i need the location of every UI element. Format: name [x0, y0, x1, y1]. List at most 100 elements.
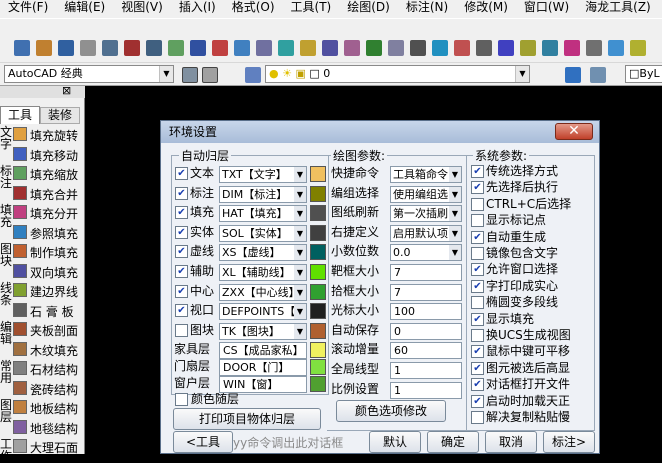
close-icon[interactable]: ⊠: [62, 84, 71, 97]
palette-item[interactable]: 瓷砖结构: [0, 378, 85, 398]
sys-option-checkbox[interactable]: ✔: [471, 263, 484, 277]
toolbar-tool-icon[interactable]: [80, 40, 96, 56]
close-button[interactable]: ✕: [555, 123, 593, 140]
layer-color-swatch[interactable]: [310, 303, 326, 320]
toolbar-tool-icon[interactable]: [344, 40, 360, 56]
menu-item[interactable]: 窗口(W): [516, 1, 577, 13]
layer-checkbox[interactable]: ✔: [175, 186, 188, 200]
palette-item[interactable]: 常用 石材结构: [0, 358, 85, 384]
workspace-icon[interactable]: [202, 67, 218, 83]
sys-option-checkbox[interactable]: [471, 329, 484, 342]
layer-dropdown[interactable]: ZXX【中心线】 ▼: [219, 283, 307, 301]
toolbar-tool-icon[interactable]: [146, 40, 162, 56]
layer-checkbox[interactable]: ✔: [175, 304, 188, 318]
layer-color-swatch[interactable]: [310, 205, 326, 222]
color-select[interactable]: □ByL: [625, 65, 662, 83]
param-input[interactable]: 0: [390, 322, 462, 340]
palette-item[interactable]: 编辑 夹板剖面: [0, 319, 85, 345]
layer-checkbox[interactable]: ✔: [175, 225, 188, 239]
toolbar-tool-icon[interactable]: [410, 40, 426, 56]
param-input[interactable]: 1: [390, 381, 462, 399]
workspace-select[interactable]: AutoCAD 经典 ▼: [4, 65, 174, 83]
toolbar-tool-icon[interactable]: [608, 40, 624, 56]
menu-item[interactable]: 编辑(E): [56, 1, 113, 13]
menu-item[interactable]: 插入(I): [171, 1, 224, 13]
toolbar-tool-icon[interactable]: [630, 40, 646, 56]
param-input[interactable]: 7: [390, 264, 462, 281]
sys-option-checkbox[interactable]: ✔: [471, 279, 484, 293]
color-options-button[interactable]: 颜色选项修改: [336, 400, 446, 422]
param-dropdown[interactable]: 使用编组选 ▼: [390, 185, 462, 203]
palette-item[interactable]: 图层 地板结构: [0, 397, 85, 423]
toolbar-tool-icon[interactable]: [190, 40, 206, 56]
palette-item[interactable]: 双向填充: [0, 261, 85, 281]
param-input[interactable]: 1: [390, 362, 462, 379]
toolbar-tool-icon[interactable]: [586, 40, 602, 56]
sys-option-checkbox[interactable]: ✔: [471, 361, 484, 375]
cancel-button[interactable]: 取消: [485, 431, 537, 453]
sys-option-checkbox[interactable]: ✔: [471, 230, 484, 244]
toolbar-tool-icon[interactable]: [498, 40, 514, 56]
tab-tools[interactable]: 工具: [0, 106, 40, 124]
toolbar-tool-icon[interactable]: [36, 40, 52, 56]
sys-option-checkbox[interactable]: [471, 247, 484, 260]
layer-color-swatch[interactable]: [310, 224, 326, 241]
toolbar-tool-icon[interactable]: [58, 40, 74, 56]
toolbar-tool-icon[interactable]: [520, 40, 536, 56]
layer-checkbox[interactable]: ✔: [175, 265, 188, 278]
layer-text-input[interactable]: DOOR【门】: [219, 359, 307, 376]
layer-text-input[interactable]: CS【成品家私】: [219, 342, 307, 359]
layer-color-swatch[interactable]: [310, 376, 326, 392]
palette-item[interactable]: 石 膏 板: [0, 300, 85, 320]
toolbar-tool-icon[interactable]: [278, 40, 294, 56]
toolbar-tool-icon[interactable]: [300, 40, 316, 56]
palette-item[interactable]: 工作 大理石面: [0, 436, 85, 462]
toolbar-tool-icon[interactable]: [388, 40, 404, 56]
layer-color-swatch[interactable]: [310, 322, 326, 339]
toolbar-tool-icon[interactable]: [14, 40, 30, 56]
menu-item[interactable]: 工具(T): [283, 1, 340, 13]
toolbar-tool-icon[interactable]: [256, 40, 272, 56]
menu-item[interactable]: 标注(N): [398, 1, 456, 13]
layer-color-swatch[interactable]: [310, 359, 326, 375]
tab-decoration[interactable]: 装修: [40, 107, 80, 124]
param-input[interactable]: 60: [390, 342, 462, 360]
layer-checkbox[interactable]: ✔: [175, 284, 188, 298]
toolbar-tool-icon[interactable]: [234, 40, 250, 56]
layer-color-swatch[interactable]: [310, 166, 326, 182]
sys-option-checkbox[interactable]: ✔: [471, 378, 484, 392]
layer-dropdown[interactable]: DIM【标注】 ▼: [219, 185, 307, 203]
toolbar-tool-icon[interactable]: [124, 40, 140, 56]
layer-dropdown[interactable]: HAT【填充】 ▼: [219, 205, 307, 223]
sys-option-checkbox[interactable]: [471, 197, 484, 211]
layer-checkbox[interactable]: ✔: [175, 167, 188, 180]
sys-option-checkbox[interactable]: ✔: [471, 165, 484, 178]
layer-text-input[interactable]: WIN【窗】: [219, 376, 307, 393]
param-dropdown[interactable]: 0.0 ▼: [390, 244, 462, 262]
layer-color-swatch[interactable]: [310, 244, 326, 261]
workspace-settings-icon[interactable]: [182, 67, 198, 83]
layer-dropdown[interactable]: TK【图块】 ▼: [219, 322, 307, 340]
toolbar-tool-icon[interactable]: [366, 40, 382, 56]
layer-checkbox[interactable]: ✔: [175, 206, 188, 220]
param-input[interactable]: 7: [390, 283, 462, 301]
layer-checkbox[interactable]: ✔: [175, 245, 188, 259]
palette-item[interactable]: 标注 填充缩放: [0, 163, 85, 189]
prev-tools-button[interactable]: <工具: [173, 431, 233, 453]
layer-dropdown[interactable]: XS【虚线】 ▼: [219, 244, 307, 262]
palette-item[interactable]: 填充移动: [0, 144, 85, 164]
menu-item[interactable]: 修改(M): [456, 1, 516, 13]
sys-option-checkbox[interactable]: ✔: [471, 312, 484, 326]
palette-item[interactable]: 参照填充: [0, 222, 85, 242]
palette-item[interactable]: 图块 制作填充: [0, 241, 85, 267]
layer-select[interactable]: ● ☀ ▣ □ 0 ▼: [265, 65, 530, 83]
sys-option-checkbox[interactable]: ✔: [471, 345, 484, 359]
palette-item[interactable]: 填充 填充分开: [0, 202, 85, 228]
default-button[interactable]: 默认: [369, 431, 421, 453]
layer-color-swatch[interactable]: [310, 264, 326, 280]
palette-item[interactable]: 线条 建边界线: [0, 280, 85, 306]
toolbar-tool-icon[interactable]: [476, 40, 492, 56]
toolbar-tool-icon[interactable]: [322, 40, 338, 56]
layer-dropdown[interactable]: SOL【实体】 ▼: [219, 224, 307, 242]
color-follow-checkbox[interactable]: [175, 393, 188, 406]
